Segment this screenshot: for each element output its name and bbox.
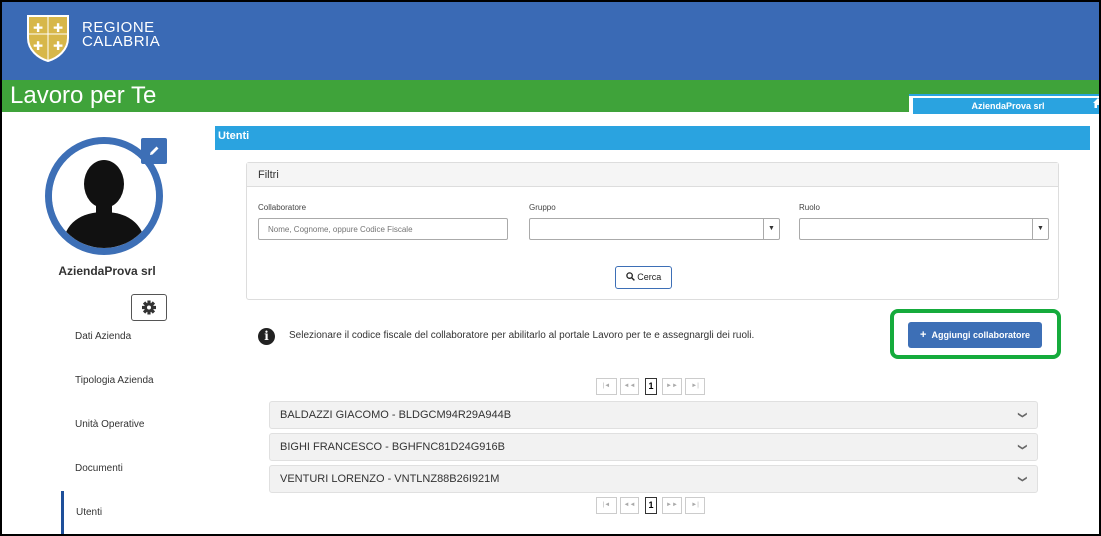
edit-avatar-button[interactable] <box>141 138 167 164</box>
sidebar-company-name: AziendaProva srl <box>58 264 156 278</box>
ruolo-select[interactable]: ▼ <box>799 218 1049 240</box>
panel-title: Utenti <box>215 126 1090 150</box>
gruppo-select[interactable]: ▼ <box>529 218 780 240</box>
regione-calabria-logo: ✚ ✚ ✚ ✚ <box>27 15 69 62</box>
sidebar-item-unita-operative[interactable]: Unità Operative <box>61 403 201 447</box>
sidebar-item-utenti[interactable]: Utenti <box>61 491 201 534</box>
ruolo-label: Ruolo <box>799 203 820 212</box>
first-page-button[interactable]: |◄ <box>596 378 617 395</box>
collaboratore-label: Collaboratore <box>258 203 307 212</box>
search-icon <box>625 272 635 281</box>
prev-page-button[interactable]: ◄◄ <box>620 497 639 514</box>
next-page-button[interactable]: ►► <box>662 497 682 514</box>
user-label: VENTURI LORENZO - VNTLNZ88B26I921M <box>280 473 500 485</box>
svg-text:✚: ✚ <box>33 21 43 35</box>
next-page-button[interactable]: ►► <box>662 378 682 395</box>
brand-name: REGIONE CALABRIA <box>82 20 161 50</box>
company-tab-label: AziendaProva srl <box>913 98 1099 114</box>
first-page-button[interactable]: |◄ <box>596 497 617 514</box>
pagination-top: |◄ ◄◄ 1 ►► ►| <box>596 378 710 395</box>
sidebar-item-documenti[interactable]: Documenti <box>61 447 201 491</box>
pagination-bottom: |◄ ◄◄ 1 ►► ►| <box>596 497 710 514</box>
chevron-down-icon[interactable]: ❯ <box>1010 475 1036 483</box>
home-icon[interactable] <box>1092 97 1101 109</box>
app-title: Lavoro per Te <box>10 82 157 109</box>
add-collaborator-label: Aggiungi collaboratore <box>931 330 1030 340</box>
current-page[interactable]: 1 <box>645 497 657 514</box>
list-item[interactable]: BIGHI FRANCESCO - BGHFNC81D24G916B ❯ <box>269 433 1038 461</box>
list-item[interactable]: BALDAZZI GIACOMO - BLDGCM94R29A944B ❯ <box>269 401 1038 429</box>
svg-text:✚: ✚ <box>53 39 63 53</box>
prev-page-button[interactable]: ◄◄ <box>620 378 639 395</box>
user-label: BIGHI FRANCESCO - BGHFNC81D24G916B <box>280 441 505 453</box>
gruppo-label: Gruppo <box>529 203 556 212</box>
last-page-button[interactable]: ►| <box>685 378 705 395</box>
last-page-button[interactable]: ►| <box>685 497 705 514</box>
user-label: BALDAZZI GIACOMO - BLDGCM94R29A944B <box>280 409 512 421</box>
company-tab[interactable]: AziendaProva srl <box>909 94 1099 114</box>
plus-icon: + <box>920 329 927 341</box>
add-collaborator-button[interactable]: + Aggiungi collaboratore <box>908 322 1042 348</box>
sidebar-item-dati-azienda[interactable]: Dati Azienda <box>61 315 201 359</box>
info-text: Selezionare il codice fiscale del collab… <box>289 330 755 341</box>
svg-text:✚: ✚ <box>53 21 63 35</box>
search-button[interactable]: Cerca <box>615 266 672 289</box>
pencil-icon <box>150 146 159 155</box>
collaboratore-input[interactable] <box>258 218 508 240</box>
page: ✚ ✚ ✚ ✚ REGIONE CALABRIA Lavoro per Te A… <box>0 0 1101 536</box>
caret-down-icon: ▼ <box>1032 219 1048 239</box>
chevron-down-icon[interactable]: ❯ <box>1010 411 1036 419</box>
list-item[interactable]: VENTURI LORENZO - VNTLNZ88B26I921M ❯ <box>269 465 1038 493</box>
brand-line-2: CALABRIA <box>82 33 161 50</box>
search-button-label: Cerca <box>637 272 662 282</box>
svg-text:✚: ✚ <box>33 39 43 53</box>
current-page[interactable]: 1 <box>645 378 657 395</box>
info-icon: i <box>258 328 275 345</box>
sidebar-item-tipologia-azienda[interactable]: Tipologia Azienda <box>61 359 201 403</box>
filters-title: Filtri <box>247 163 1058 187</box>
chevron-down-icon[interactable]: ❯ <box>1010 443 1036 451</box>
top-header: ✚ ✚ ✚ ✚ REGIONE CALABRIA <box>2 2 1099 80</box>
caret-down-icon: ▼ <box>763 219 779 239</box>
